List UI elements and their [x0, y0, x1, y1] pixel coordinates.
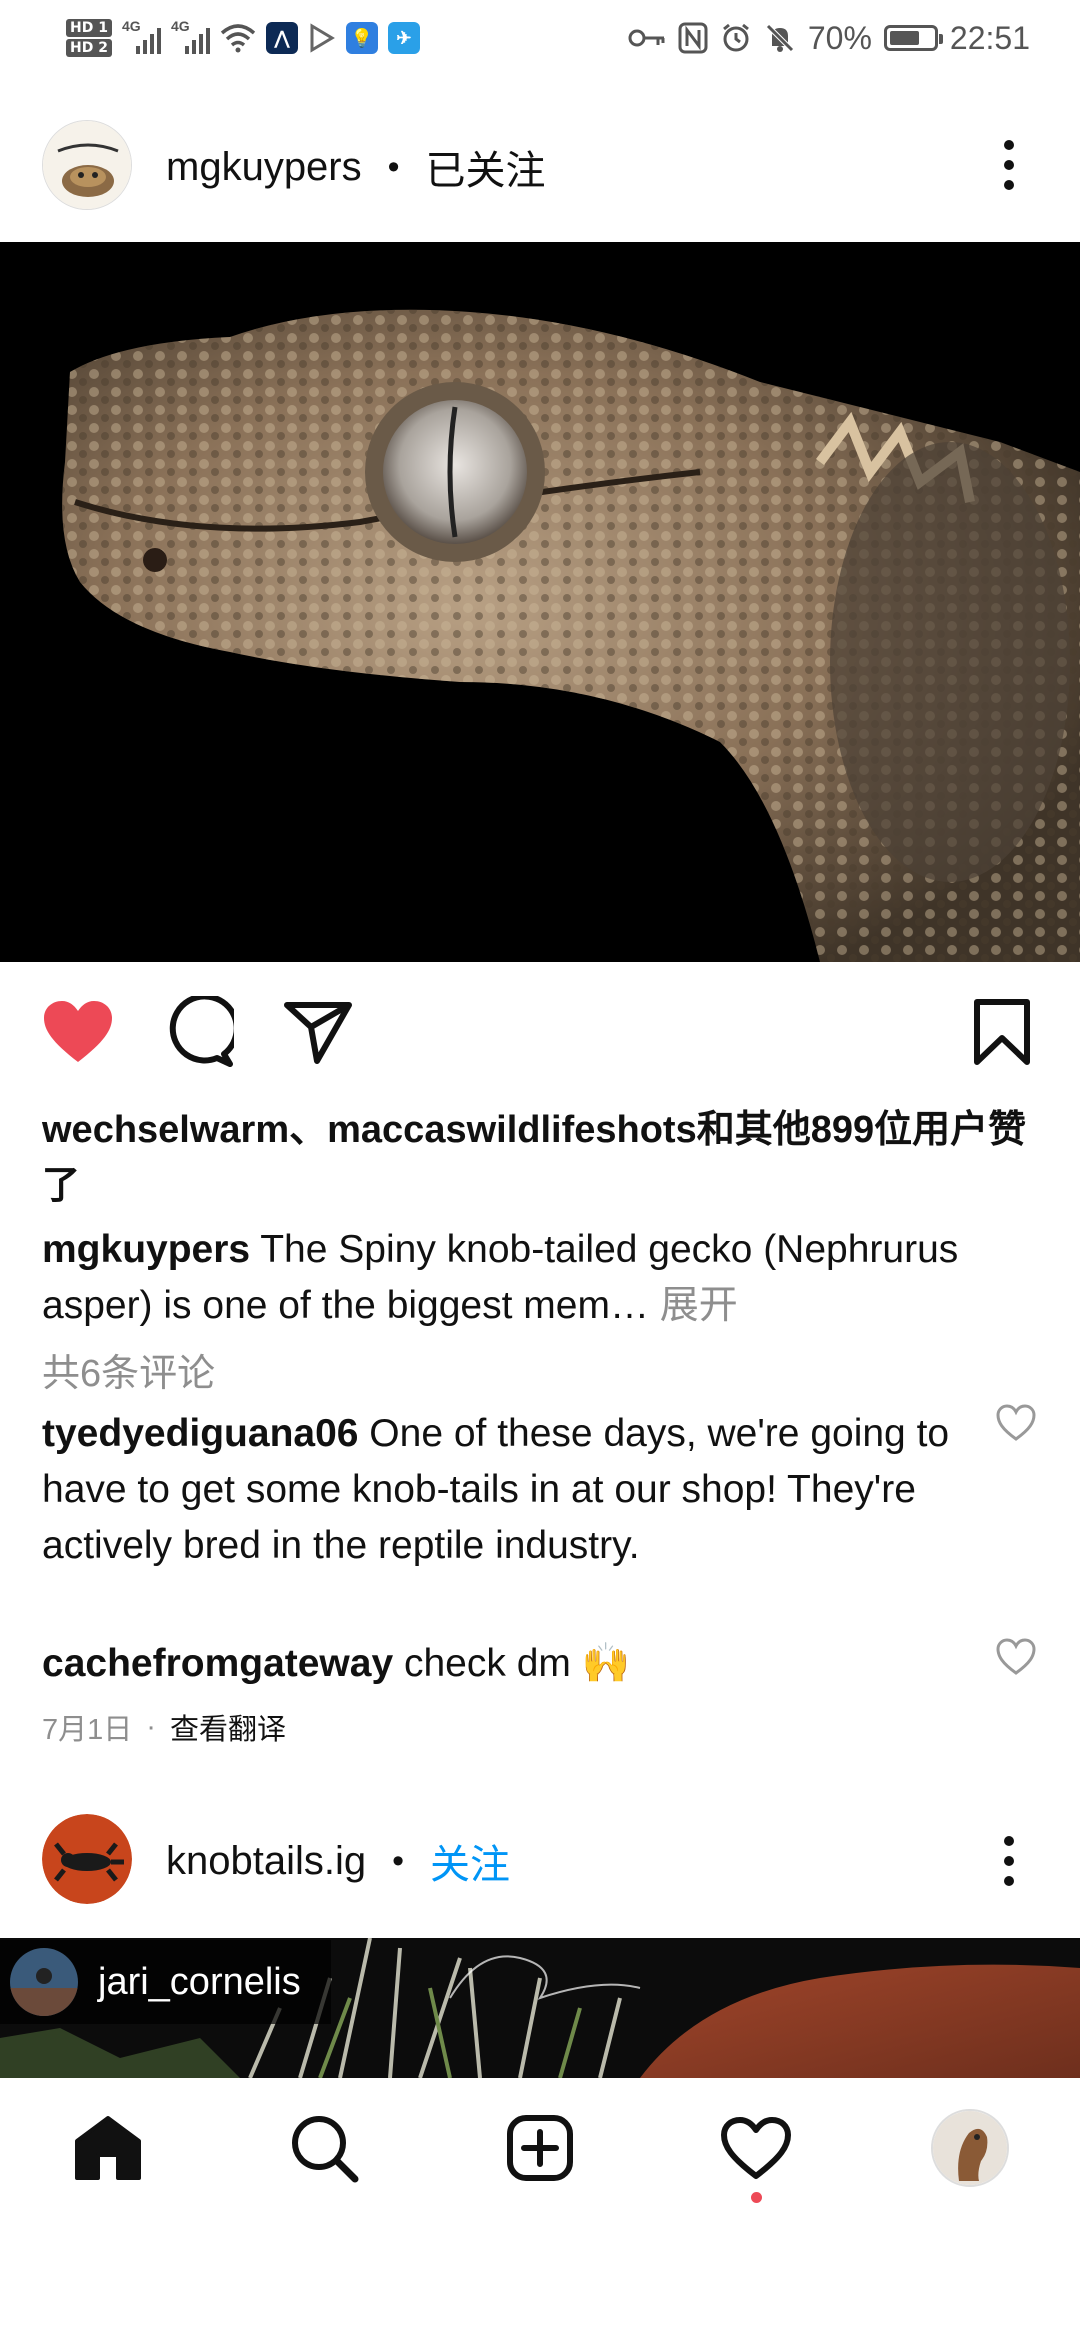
signal2-icon: 4G	[171, 18, 210, 54]
post1-separator: •	[387, 147, 400, 186]
hd1-badge: HD 1	[66, 19, 112, 37]
nav-search-button[interactable]	[284, 2108, 364, 2188]
post2-username[interactable]: knobtails.ig	[166, 1839, 366, 1884]
comment-username[interactable]: tyedyediguana06	[42, 1412, 358, 1455]
signal1-label: 4G	[121, 18, 141, 34]
nav-profile-button[interactable]	[930, 2108, 1010, 2188]
translate-link[interactable]: 查看翻译	[170, 1706, 286, 1748]
caption-username[interactable]: mgkuypers	[42, 1228, 250, 1271]
paper-plane-icon	[284, 1002, 352, 1064]
battery-icon	[883, 25, 943, 51]
like-button[interactable]	[38, 992, 118, 1072]
hd2-badge: HD 2	[66, 39, 112, 57]
plus-square-icon	[507, 2115, 573, 2181]
post1-more-icon[interactable]	[1002, 140, 1016, 190]
post2-avatar[interactable]	[42, 1814, 132, 1904]
app-notification-icon: ⋀	[265, 22, 298, 54]
post1-following-button[interactable]: 已关注	[426, 138, 546, 196]
post1-avatar[interactable]	[42, 120, 132, 210]
comment-text: check dm 🙌	[393, 1642, 631, 1685]
clock: 22:51	[949, 19, 1030, 56]
status-left: HD 1 HD 2 4G 4G ⋀ 💡 ✈	[66, 8, 420, 68]
status-bar: HD 1 HD 2 4G 4G ⋀ 💡 ✈ 70% 22:51	[0, 0, 1080, 76]
bulb-app-icon: 💡	[345, 22, 378, 54]
post2-follow-button[interactable]: 关注	[430, 1832, 510, 1890]
status-right: 70% 22:51	[628, 14, 1030, 62]
comment-item: cachefromgateway check dm 🙌	[42, 1636, 982, 1692]
play-store-icon	[310, 23, 335, 53]
signal1-icon: 4G	[122, 18, 161, 54]
save-button[interactable]	[962, 992, 1042, 1072]
heart-icon	[721, 2117, 791, 2179]
nav-create-button[interactable]	[500, 2108, 580, 2188]
post1-photo[interactable]	[0, 242, 1080, 962]
liked-by-text[interactable]: wechselwarm、maccaswildlifeshots和其他899位用户…	[42, 1102, 1042, 1214]
comment-button[interactable]	[158, 992, 238, 1072]
heart-outline-icon	[996, 1404, 1036, 1441]
comment-bubble-icon	[169, 996, 234, 1067]
post2-header: knobtails.ig • 关注	[166, 1832, 510, 1890]
profile-avatar	[931, 2109, 1009, 2187]
post1-username[interactable]: mgkuypers	[166, 145, 362, 190]
hd-badges: HD 1 HD 2	[66, 19, 112, 57]
heart-filled-icon	[44, 1001, 112, 1062]
post1-caption[interactable]: mgkuypers The Spiny knob-tailed gecko (N…	[42, 1222, 1042, 1334]
post2-more-icon[interactable]	[1002, 1836, 1016, 1886]
key-icon	[628, 29, 665, 47]
tagged-username: jari_cornelis	[98, 1960, 301, 2003]
comment-like-button[interactable]	[996, 1638, 1036, 1683]
view-all-comments-link[interactable]: 共6条评论	[42, 1342, 215, 1397]
mail-app-icon: ✈	[387, 22, 420, 54]
search-icon	[292, 2116, 359, 2183]
post1-header: mgkuypers • 已关注	[166, 138, 546, 196]
nfc-icon	[678, 22, 708, 54]
battery-percent: 70%	[807, 19, 872, 56]
heart-outline-icon	[996, 1638, 1036, 1675]
nav-activity-button[interactable]	[716, 2108, 796, 2203]
tagged-user-overlay[interactable]: jari_cornelis	[0, 1940, 331, 2024]
caption-expand-link[interactable]: 展开	[649, 1284, 738, 1327]
tagged-user-avatar	[10, 1948, 78, 2016]
comment-like-button[interactable]	[996, 1404, 1036, 1449]
bottom-navigation	[0, 2078, 1080, 2218]
gecko-photo-image	[0, 242, 1080, 962]
mute-icon	[766, 24, 794, 52]
meta-separator: ·	[146, 1710, 156, 1743]
activity-notification-dot	[751, 2192, 762, 2203]
bookmark-icon	[974, 999, 1030, 1065]
comment-item: tyedyediguana06 One of these days, we're…	[42, 1406, 982, 1574]
wifi-icon	[220, 24, 256, 53]
share-button[interactable]	[278, 992, 358, 1072]
nav-home-button[interactable]	[68, 2108, 148, 2188]
post1-meta: 7月1日 · 查看翻译	[42, 1706, 286, 1748]
post-date: 7月1日	[42, 1714, 133, 1746]
alarm-icon	[722, 23, 749, 52]
home-icon	[75, 2116, 141, 2180]
signal2-label: 4G	[170, 18, 190, 34]
post2-separator: •	[392, 1841, 405, 1880]
comment-username[interactable]: cachefromgateway	[42, 1642, 393, 1685]
